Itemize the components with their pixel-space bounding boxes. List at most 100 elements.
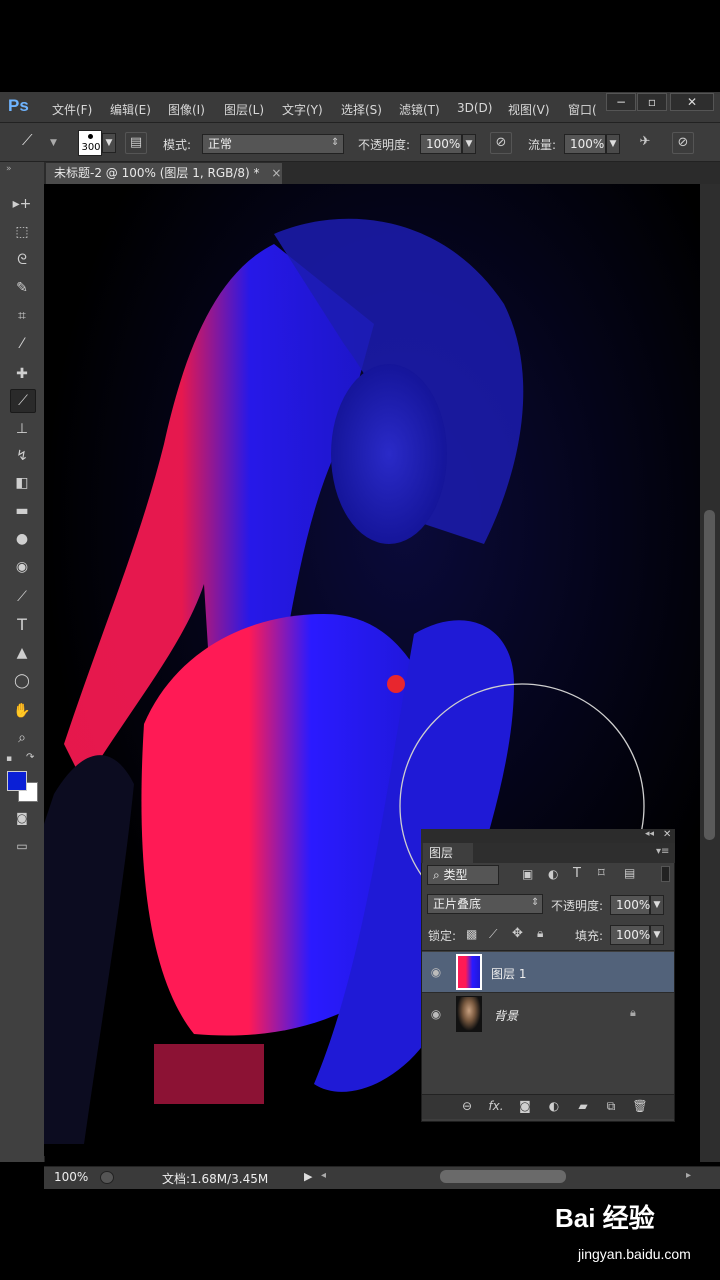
lock-all-icon[interactable]: 🔒︎ [537,926,543,941]
screen-mode-icon[interactable]: ▭ [10,835,34,857]
horizontal-scroll-thumb[interactable] [440,1170,566,1183]
baidu-watermark-logo: Bai 经验 [555,1203,655,1233]
brush-tool-icon[interactable]: ⟋ [10,389,36,413]
stamp-tool-icon[interactable]: ⊥ [10,418,34,440]
lock-position-icon[interactable]: ✥ [512,926,523,941]
status-info-icon[interactable] [100,1171,114,1184]
foreground-color-swatch[interactable] [7,771,27,791]
panel-menu-icon[interactable]: ▾≡ [656,846,669,857]
eraser-tool-icon[interactable]: ◧ [10,472,34,494]
minimize-button[interactable]: − [606,93,636,111]
filter-adjustment-icon[interactable]: ◐ [548,867,558,881]
filter-smart-object-icon[interactable]: ▤ [624,866,635,880]
status-menu-arrow-icon[interactable]: ▶ [304,1170,312,1183]
document-size: 文档:1.68M/3.45M [162,1172,269,1186]
menu-filter[interactable]: 滤镜(T) [399,101,440,117]
layer-1-name[interactable]: 图层 1 [491,965,526,982]
layer-filter-select[interactable]: ⌕ 类型 [427,865,499,885]
path-select-tool-icon[interactable]: ▲ [10,642,34,664]
opacity-dropdown[interactable]: ▼ [462,134,476,154]
menu-layer[interactable]: 图层(L) [224,101,264,117]
fill-field[interactable]: 100% [610,925,650,945]
layer-opacity-label: 不透明度: [551,899,604,913]
quick-mask-icon[interactable]: ◙ [10,807,34,829]
blend-mode-select[interactable]: 正片叠底 [427,894,543,914]
add-mask-icon[interactable]: ◙ [517,1098,533,1114]
brush-icon[interactable]: ⟋ [22,131,46,153]
filter-type-icon[interactable]: T [573,866,581,881]
layers-tab[interactable]: 图层 [423,843,473,863]
visibility-eye-icon[interactable]: ◉ [427,1008,445,1020]
dodge-tool-icon[interactable]: ◉ [10,556,34,578]
delete-layer-icon[interactable]: 🗑︎ [632,1098,648,1114]
menu-3d[interactable]: 3D(D) [457,101,492,117]
brush-panel-icon[interactable]: ▤ [125,132,147,154]
menu-type[interactable]: 文字(Y) [282,101,323,117]
status-bar [44,1166,720,1189]
opacity-field[interactable]: 100% [420,134,462,154]
lasso-tool-icon[interactable]: ᘓ [10,249,34,271]
menu-view[interactable]: 视图(V) [508,101,550,117]
scroll-left-icon[interactable]: ◂ [321,1170,326,1181]
history-brush-tool-icon[interactable]: ↯ [10,445,34,467]
gradient-tool-icon[interactable]: ▬ [10,500,34,522]
filter-shape-icon[interactable]: ⌑ [598,866,605,881]
link-layers-icon[interactable]: ⊖ [459,1098,475,1114]
marquee-tool-icon[interactable]: ⬚ [10,221,34,243]
swap-colors-icon[interactable]: ↷ [26,752,34,763]
ellipse-tool-icon[interactable]: ◯ [10,670,34,692]
mode-select[interactable]: 正常 [202,134,344,154]
zoom-level[interactable]: 100% [54,1170,88,1184]
pressure-size-icon[interactable]: ⊘ [672,132,694,154]
menu-select[interactable]: 选择(S) [341,101,382,117]
visibility-eye-icon[interactable]: ◉ [427,966,445,978]
eyedropper-tool-icon[interactable]: ⁄ [10,333,34,355]
document-tab[interactable]: 未标题-2 @ 100% (图层 1, RGB/8) * × [46,163,282,184]
menu-image[interactable]: 图像(I) [168,101,205,117]
layer-style-fx-icon[interactable]: fx. [488,1098,504,1114]
brush-preset-picker[interactable]: 300 [78,130,102,156]
chevron-updown-icon: ⇕ [531,897,540,908]
filter-pixel-icon[interactable]: ▣ [522,867,533,881]
airbrush-icon[interactable]: ✈ [634,132,656,154]
layer-1-thumbnail [456,954,482,990]
restore-button[interactable]: ▫ [637,93,667,111]
chevron-down-icon[interactable]: ▼ [50,138,57,148]
menu-edit[interactable]: 编辑(E) [110,101,151,117]
zoom-tool-icon[interactable]: ⌕ [10,727,34,749]
quick-select-tool-icon[interactable]: ✎ [10,277,34,299]
lock-image-icon[interactable]: ⟋ [489,927,497,942]
toolbox-collapse-icon[interactable]: » [6,164,12,174]
flow-field[interactable]: 100% [564,134,606,154]
vertical-scroll-thumb[interactable] [704,510,715,840]
type-tool-icon[interactable]: T [10,614,34,636]
fill-dropdown[interactable]: ▼ [650,925,664,945]
pen-tool-icon[interactable]: ⟋ [10,586,34,608]
new-layer-icon[interactable]: ⧉ [603,1098,619,1114]
hand-tool-icon[interactable]: ✋ [10,700,34,722]
layer-opacity-field[interactable]: 100% [610,895,650,915]
background-layer-name[interactable]: 背景 [494,1007,518,1024]
close-tab-icon[interactable]: × [271,166,281,180]
close-panel-icon[interactable]: ✕ [663,829,671,840]
move-tool-icon[interactable]: ▸+ [10,193,34,215]
menu-file[interactable]: 文件(F) [52,101,92,117]
default-colors-icon[interactable]: ▪ [6,754,12,764]
crop-tool-icon[interactable]: ⌗ [10,305,34,327]
adjustment-layer-icon[interactable]: ◐ [546,1098,562,1114]
collapse-panel-icon[interactable]: ◂◂ [645,829,654,839]
close-window-button[interactable]: ✕ [670,93,714,111]
healing-tool-icon[interactable]: ✚ [10,363,34,385]
brush-preset-dropdown[interactable]: ▼ [102,133,116,153]
background-layer-thumbnail [456,996,482,1032]
blur-tool-icon[interactable]: ● [10,528,34,550]
pressure-opacity-icon[interactable]: ⊘ [490,132,512,154]
layer-opacity-dropdown[interactable]: ▼ [650,895,664,915]
filter-toggle[interactable] [661,866,670,882]
new-group-icon[interactable]: ▰ [575,1098,591,1114]
flow-dropdown[interactable]: ▼ [606,134,620,154]
lock-transparent-icon[interactable]: ▩ [466,927,477,941]
layer-filter-value: 类型 [443,868,468,882]
scroll-right-icon[interactable]: ▸ [686,1170,691,1181]
menu-window[interactable]: 窗口( [568,101,597,117]
